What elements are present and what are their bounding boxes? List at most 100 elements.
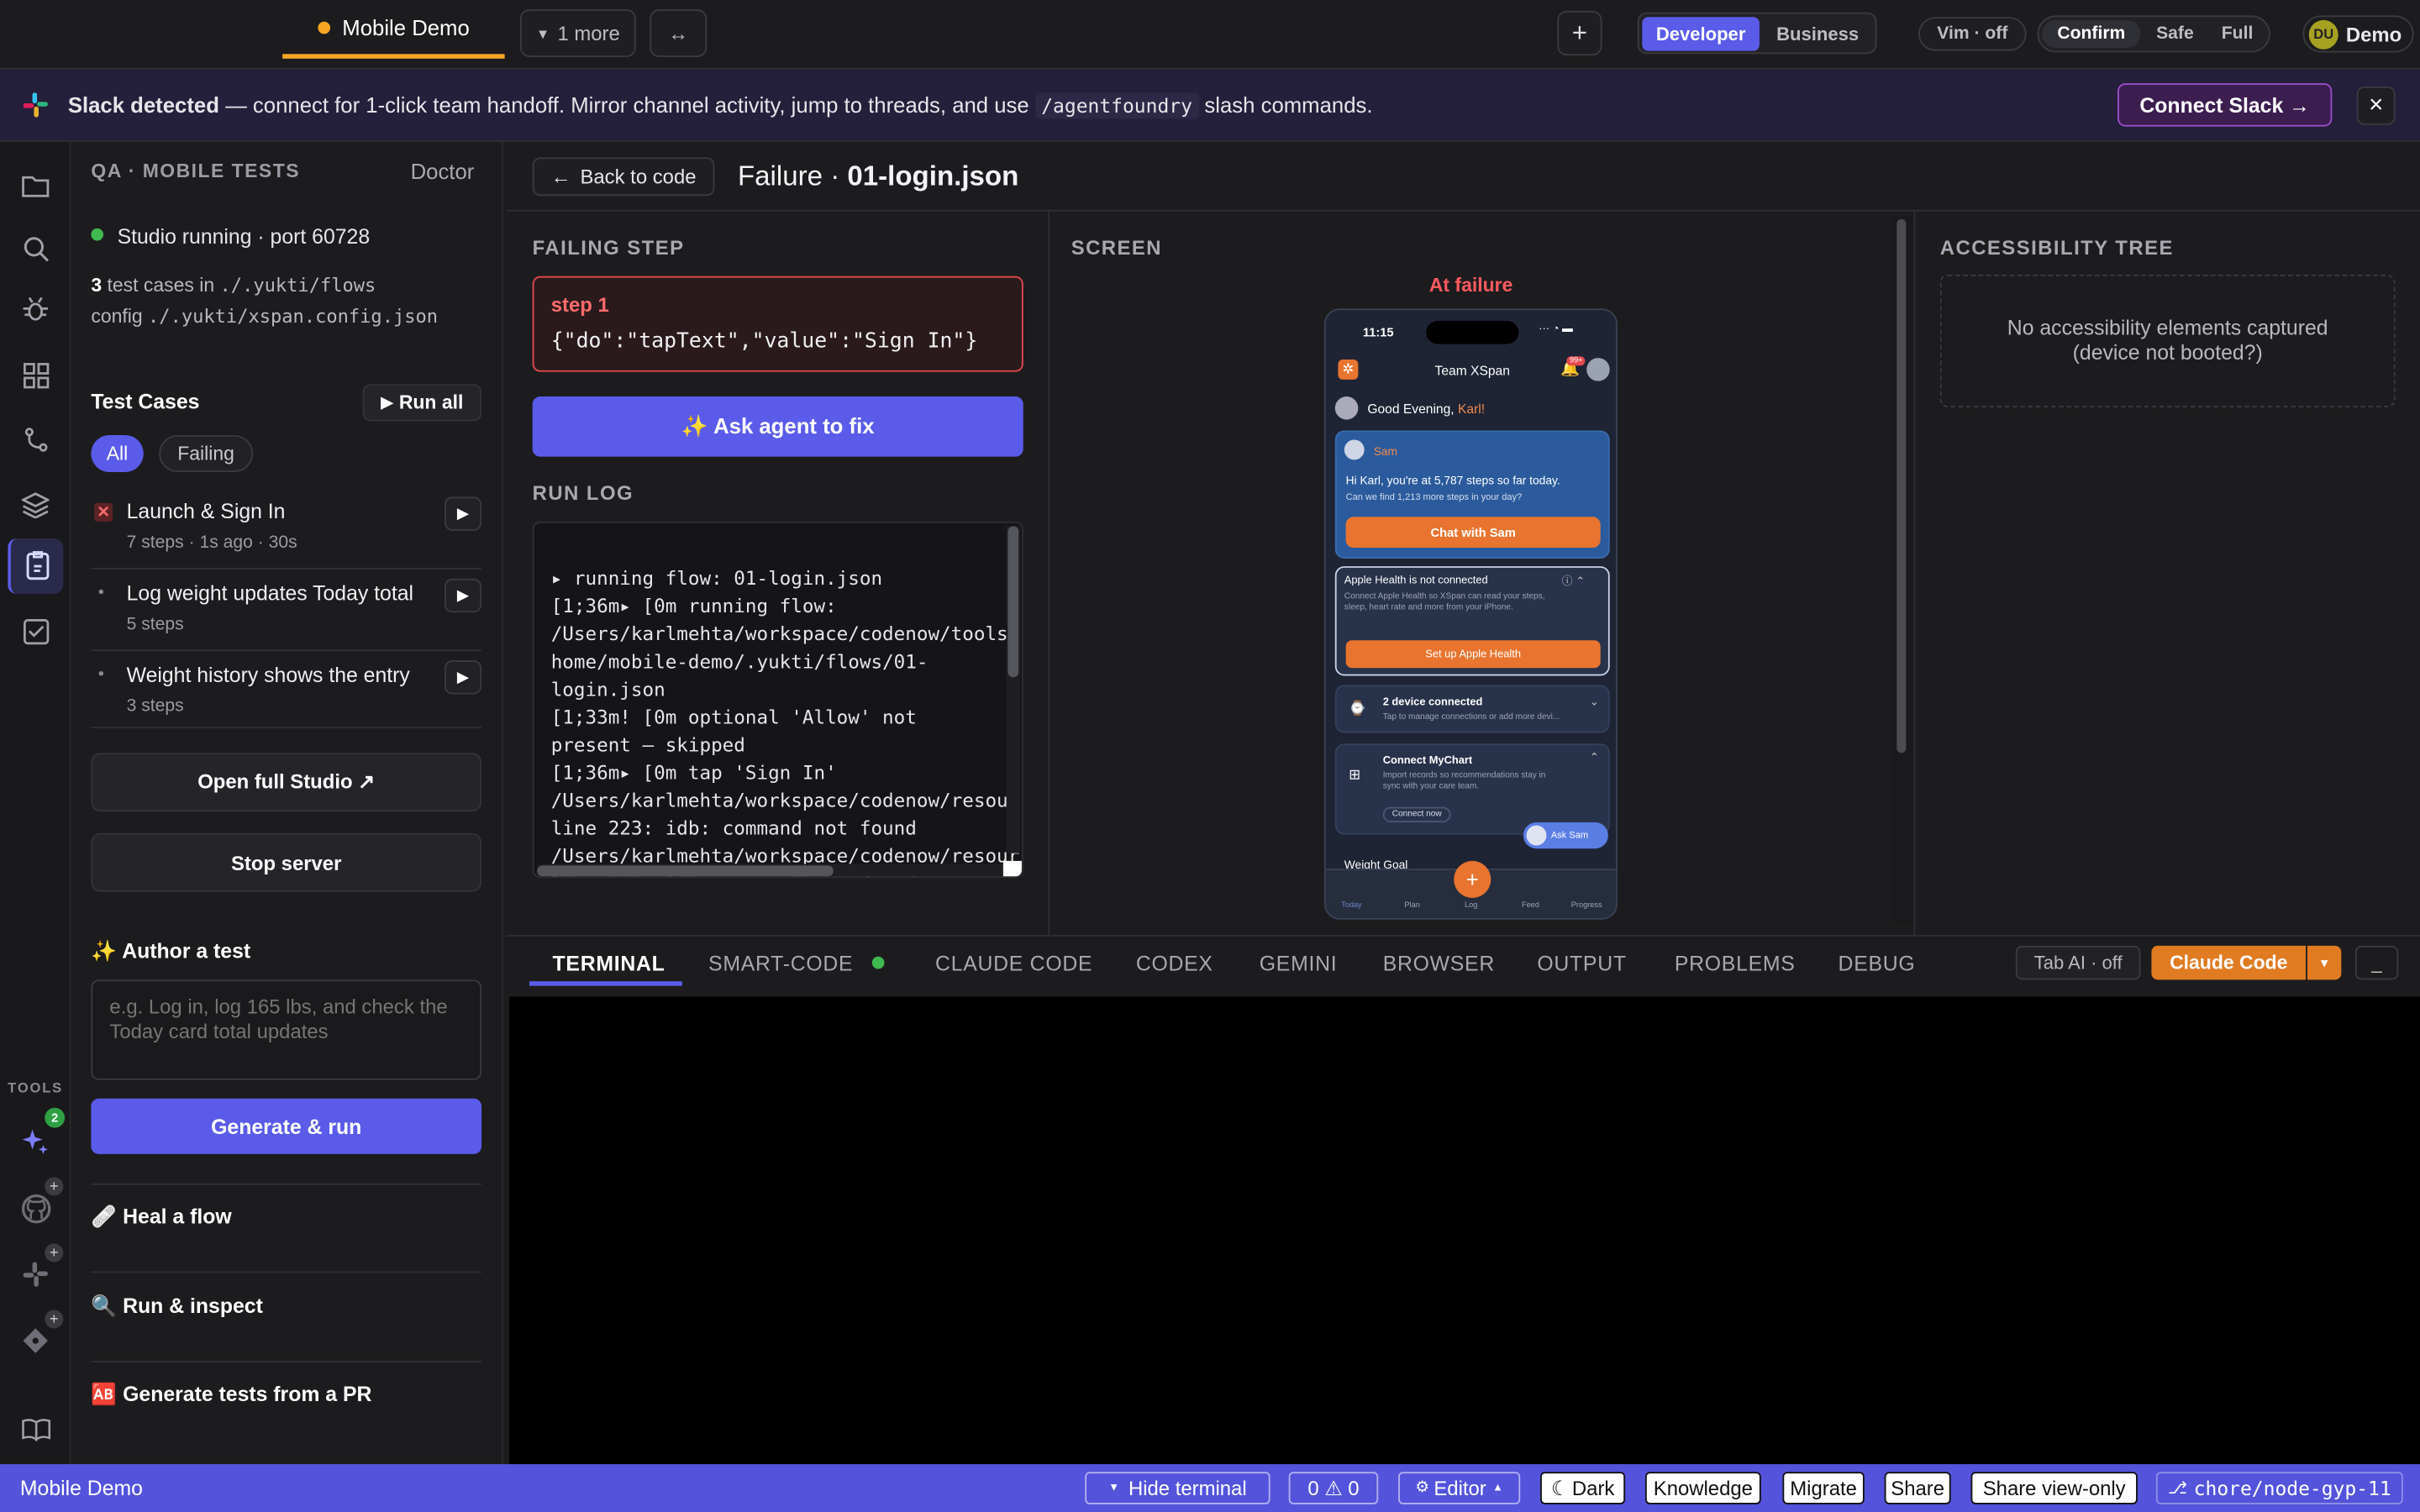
hide-terminal-button[interactable]: ▼ Hide terminal [1085, 1472, 1270, 1504]
problems-counter[interactable]: 0 ⚠ 0 [1288, 1472, 1379, 1504]
book-icon[interactable] [18, 1412, 52, 1446]
add-log-button[interactable]: + [1454, 860, 1491, 898]
nav-feed[interactable]: Feed [1522, 901, 1539, 911]
device-desc: Tap to manage connections or add more de… [1382, 712, 1560, 722]
nav-progress[interactable]: Progress [1571, 901, 1602, 911]
close-banner-button[interactable]: × [2356, 86, 2396, 125]
tab-mobile-demo[interactable]: Mobile Demo [282, 0, 505, 59]
device-screenshot: 11:15 ··· ◔ ▬ ✲ Team XSpan 🔔 99+ Good Ev… [1323, 308, 1618, 920]
run-all-button[interactable]: ▶ Run all [362, 384, 482, 422]
sparkle-tool-icon[interactable] [18, 1125, 52, 1158]
knowledge-button[interactable]: Knowledge [1644, 1472, 1761, 1504]
new-tab-button[interactable]: + [1557, 10, 1602, 56]
split-view-button[interactable]: ↔ [650, 9, 708, 57]
add-github-badge[interactable]: + [45, 1177, 64, 1196]
notification-badge: 99+ [1566, 356, 1586, 366]
sam-name: Sam [1373, 444, 1398, 459]
run-log-lines: ▸ running flow: 01-login.json [1;36m▸ [0m… [550, 537, 1020, 876]
folder-icon[interactable] [18, 168, 52, 202]
studio-status: Studio running · port 60728 [117, 225, 371, 249]
connect-slack-button[interactable]: Connect Slack → [2118, 83, 2333, 127]
nav-today[interactable]: Today [1341, 901, 1362, 911]
ask-agent-button[interactable]: ✨ Ask agent to fix [532, 396, 1023, 457]
back-to-code-button[interactable]: ← Back to code [532, 157, 715, 197]
run-inspect-section[interactable]: 🔍 Run & inspect [91, 1294, 262, 1319]
scrollbar-thumb[interactable] [1897, 218, 1907, 753]
diamond-tool-icon[interactable] [18, 1324, 52, 1357]
safe-mode-button[interactable]: Safe [2144, 20, 2206, 48]
tab-problems[interactable]: PROBLEMS [1675, 952, 1796, 975]
run-test-button[interactable]: ▶ [444, 578, 482, 613]
setup-health-button[interactable]: Set up Apple Health [1345, 640, 1601, 669]
slack-tool-icon[interactable] [18, 1257, 52, 1291]
run-test-button[interactable]: ▶ [444, 496, 482, 531]
search-icon[interactable] [18, 232, 52, 265]
checklist-icon[interactable] [18, 614, 52, 648]
test-case-item[interactable]: Log weight updates Today total 5 steps ▶ [90, 575, 482, 643]
scrollbar-thumb[interactable] [1007, 526, 1019, 678]
business-mode-button[interactable]: Business [1763, 16, 1873, 50]
filter-failing[interactable]: Failing [159, 434, 253, 473]
tab-debug[interactable]: DEBUG [1839, 952, 1916, 975]
share-view-only-button[interactable]: Share view-only [1970, 1472, 2138, 1504]
layers-icon[interactable] [18, 487, 52, 521]
full-mode-button[interactable]: Full [2209, 20, 2265, 48]
tab-output[interactable]: OUTPUT [1537, 952, 1626, 975]
bug-icon[interactable] [18, 293, 52, 327]
author-test-input[interactable] [91, 979, 482, 1080]
run-log[interactable]: ▸ running flow: 01-login.json [1;36m▸ [0m… [532, 521, 1023, 879]
tab-terminal[interactable]: TERMINAL [553, 952, 666, 975]
tab-ai-toggle[interactable]: Tab AI · off [2015, 945, 2141, 980]
generate-run-button[interactable]: Generate & run [91, 1098, 482, 1154]
git-branch-icon[interactable] [18, 423, 52, 456]
user-menu[interactable]: DU Demo [2302, 15, 2414, 53]
test-case-item[interactable]: ✕ Launch & Sign In 7 steps · 1s ago · 30… [90, 494, 482, 562]
scrollbar-thumb[interactable] [537, 865, 834, 877]
horizontal-scrollbar[interactable] [537, 864, 1003, 877]
ask-sam-button[interactable]: Ask Sam [1523, 822, 1608, 849]
tab-browser[interactable]: BROWSER [1383, 952, 1495, 975]
dark-theme-button[interactable]: ☾ Dark [1540, 1472, 1626, 1504]
test-case-item[interactable]: Weight history shows the entry 3 steps ▶ [90, 657, 482, 725]
terminal[interactable] [509, 996, 2420, 1465]
log-line: login.json [550, 679, 666, 701]
claude-dropdown-button[interactable]: ▼ [2307, 945, 2342, 980]
editor-menu[interactable]: ⚙ Editor ▲ [1398, 1472, 1521, 1504]
tab-label: Mobile Demo [342, 14, 470, 39]
github-icon[interactable] [18, 1191, 52, 1225]
developer-mode-button[interactable]: Developer [1642, 16, 1760, 50]
doctor-link[interactable]: Doctor [411, 159, 475, 183]
share-button[interactable]: Share [1884, 1472, 1951, 1504]
git-branch-indicator[interactable]: ⎇ chore/node-gyp-11 [2155, 1472, 2403, 1504]
test-cases-title: Test Cases [91, 390, 200, 414]
add-slack-badge[interactable]: + [45, 1243, 64, 1263]
generate-pr-tests-section[interactable]: 🆎 Generate tests from a PR [91, 1383, 371, 1407]
tab-gemini[interactable]: GEMINI [1260, 952, 1338, 975]
vertical-scrollbar[interactable] [1006, 526, 1021, 853]
stop-server-button[interactable]: Stop server [91, 832, 482, 892]
tab-claude-code[interactable]: CLAUDE CODE [935, 952, 1092, 975]
migrate-button[interactable]: Migrate [1782, 1472, 1865, 1504]
gear-icon: ⚙ [1415, 1479, 1429, 1497]
extensions-icon[interactable] [18, 358, 52, 391]
open-studio-button[interactable]: Open full Studio ↗ [91, 753, 482, 812]
add-tool-badge[interactable]: + [45, 1310, 64, 1329]
mychart-title: Connect MyChart [1382, 756, 1473, 767]
filter-all[interactable]: All [91, 434, 144, 473]
confirm-mode-button[interactable]: Confirm [2042, 19, 2141, 48]
more-tabs-button[interactable]: ▼ 1 more [519, 9, 636, 57]
mobile-tests-rail-item[interactable] [8, 538, 64, 595]
connect-now-button[interactable]: Connect now [1382, 806, 1451, 822]
nav-log[interactable]: Log [1465, 901, 1477, 911]
heal-flow-section[interactable]: 🩹 Heal a flow [91, 1205, 231, 1229]
chat-with-sam-button[interactable]: Chat with Sam [1345, 517, 1601, 549]
tab-smart-code[interactable]: SMART-CODE [708, 952, 853, 975]
claude-code-launch-button[interactable]: Claude Code [2151, 945, 2307, 980]
screen-scrollbar[interactable] [1891, 216, 1912, 923]
page-title: Failure · 01-login.json [738, 160, 1018, 193]
nav-plan[interactable]: Plan [1404, 901, 1419, 911]
tab-codex[interactable]: CODEX [1136, 952, 1213, 975]
run-test-button[interactable]: ▶ [444, 660, 482, 695]
vim-toggle[interactable]: Vim · off [1918, 17, 2027, 51]
minimize-panel-button[interactable]: _ [2354, 945, 2399, 980]
